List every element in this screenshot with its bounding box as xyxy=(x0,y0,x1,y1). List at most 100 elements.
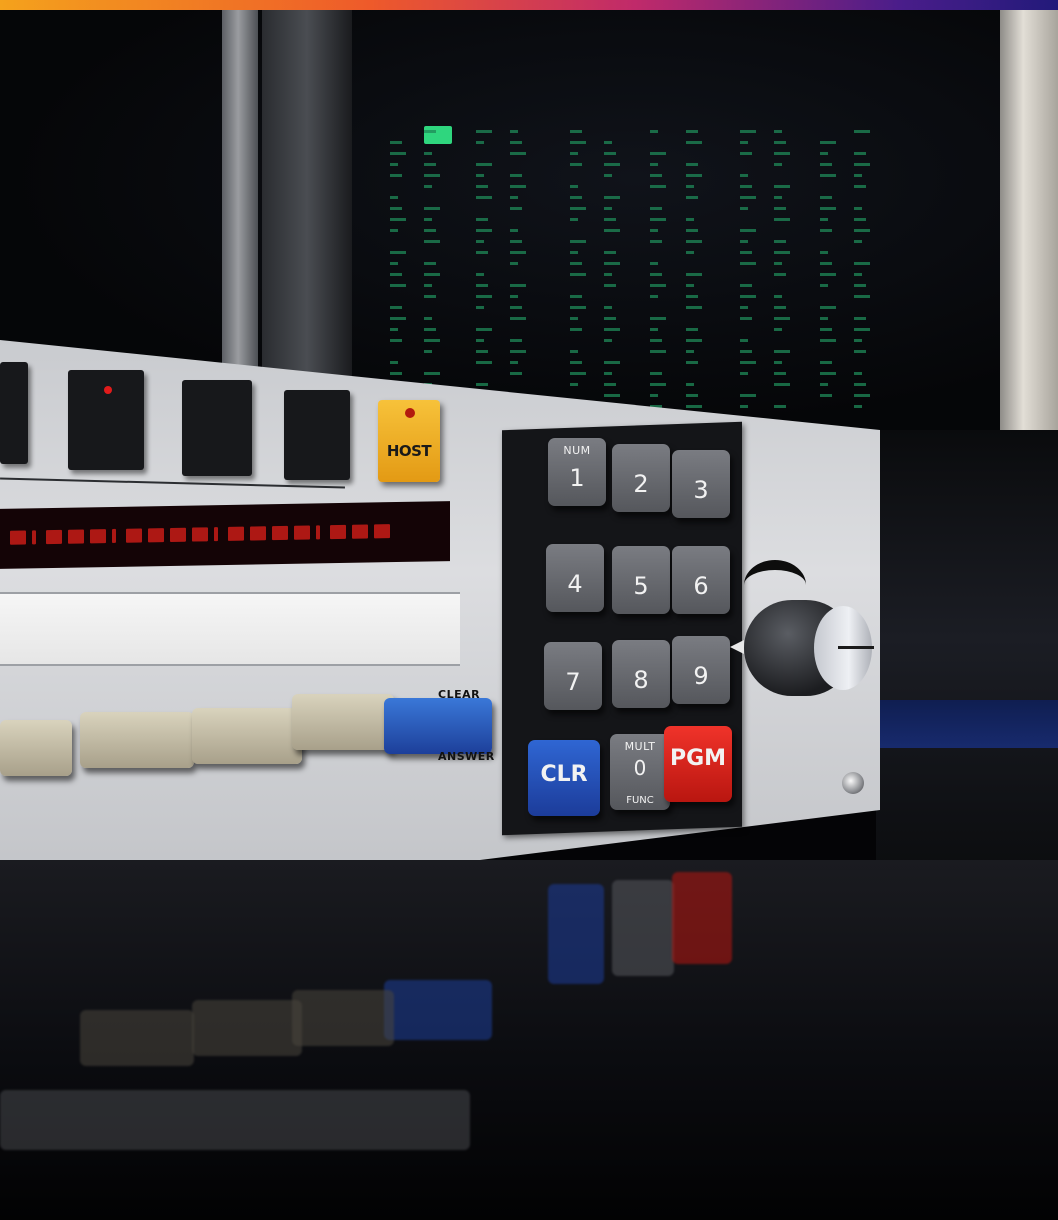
screen-text-glyph xyxy=(686,229,698,232)
clr-key[interactable]: CLR xyxy=(528,740,600,816)
screen-text-glyph xyxy=(774,262,782,265)
screen-text-glyph xyxy=(820,328,832,331)
rocker-switch[interactable] xyxy=(0,720,72,776)
led-display xyxy=(0,501,450,569)
screen-text-glyph xyxy=(686,273,702,276)
terminal-screen xyxy=(360,80,890,410)
screen-text-glyph xyxy=(424,240,440,243)
screen-text-glyph xyxy=(390,163,398,166)
screen-text-glyph xyxy=(820,306,836,309)
screen-text-glyph xyxy=(604,361,620,364)
keypad-key-2[interactable]: 2 xyxy=(612,444,670,512)
screen-text-glyph xyxy=(774,130,782,133)
knob-pointer-arrow-icon xyxy=(730,640,744,654)
screen-text-glyph xyxy=(686,163,698,166)
rocker-switch[interactable] xyxy=(292,694,394,750)
screen-text-glyph xyxy=(686,185,694,188)
screen-text-glyph xyxy=(570,240,586,243)
led-segment xyxy=(10,530,26,545)
screen-text-glyph xyxy=(390,306,402,309)
rocker-switch[interactable] xyxy=(80,712,194,768)
led-segment xyxy=(192,527,208,542)
keypad-key-9[interactable]: 9 xyxy=(672,636,730,704)
panel-key[interactable] xyxy=(0,362,28,464)
pgm-key[interactable]: PGM xyxy=(664,726,732,802)
keypad-key-5[interactable]: 5 xyxy=(612,546,670,614)
screen-text-glyph xyxy=(604,174,612,177)
keypad-key-6[interactable]: 6 xyxy=(672,546,730,614)
keypad-key-3[interactable]: 3 xyxy=(672,450,730,518)
screen-text-glyph xyxy=(854,130,870,133)
key-main-label: 2 xyxy=(633,470,649,498)
screen-text-glyph xyxy=(820,196,832,199)
key-main-label: 3 xyxy=(693,476,709,504)
screen-text-glyph xyxy=(604,339,612,342)
screen-text-glyph xyxy=(774,372,786,375)
screen-text-glyph xyxy=(854,383,866,386)
led-segment xyxy=(374,524,390,539)
screen-text-glyph xyxy=(570,251,578,254)
screen-text-glyph xyxy=(510,361,518,364)
screen-text-glyph xyxy=(650,262,658,265)
screen-text-glyph xyxy=(854,394,870,397)
led-segment xyxy=(90,529,106,544)
keypad-key-8[interactable]: 8 xyxy=(612,640,670,708)
key-main-label: 5 xyxy=(633,572,649,600)
screen-text-glyph xyxy=(570,152,578,155)
keypad-key-1[interactable]: NUM 1 xyxy=(548,438,606,506)
screen-text-glyph xyxy=(424,163,436,166)
screen-text-glyph xyxy=(604,273,612,276)
screen-text-glyph xyxy=(686,361,698,364)
clear-answer-switch[interactable] xyxy=(384,698,492,754)
screen-text-glyph xyxy=(774,295,782,298)
mult-zero-func-key[interactable]: MULT 0 FUNC xyxy=(610,734,670,810)
screen-text-glyph xyxy=(650,350,666,353)
support-pillar-shadow xyxy=(262,10,352,380)
panel-screw-icon xyxy=(842,772,864,794)
screen-text-glyph xyxy=(740,262,756,265)
host-key[interactable]: HOST xyxy=(378,400,440,482)
screen-text-glyph xyxy=(476,284,488,287)
screen-text-glyph xyxy=(604,262,620,265)
screen-text-glyph xyxy=(774,350,790,353)
screen-text-glyph xyxy=(424,218,432,221)
screen-text-glyph xyxy=(650,273,662,276)
screen-text-glyph xyxy=(686,141,702,144)
screen-text-glyph xyxy=(510,295,518,298)
screen-text-glyph xyxy=(390,317,406,320)
screen-text-glyph xyxy=(854,229,870,232)
screen-text-glyph xyxy=(650,229,658,232)
keypad-key-7[interactable]: 7 xyxy=(544,642,602,710)
screen-text-glyph xyxy=(774,306,786,309)
screen-text-glyph xyxy=(476,350,488,353)
monitor-frame xyxy=(1000,10,1058,430)
support-pillar xyxy=(222,10,258,380)
screen-text-glyph xyxy=(570,207,586,210)
screen-text-glyph xyxy=(740,174,748,177)
screen-text-glyph xyxy=(476,383,488,386)
screen-text-glyph xyxy=(570,218,578,221)
screen-text-glyph xyxy=(740,372,748,375)
screen-text-glyph xyxy=(740,284,752,287)
screen-text-glyph xyxy=(424,130,436,133)
key-top-label: NUM xyxy=(563,444,591,457)
panel-key[interactable] xyxy=(68,370,144,470)
panel-key[interactable] xyxy=(182,380,252,476)
indicator-led-icon xyxy=(405,408,415,418)
rotary-knob-icon[interactable] xyxy=(744,600,874,696)
led-segment xyxy=(126,528,142,543)
keypad-key-4[interactable]: 4 xyxy=(546,544,604,612)
screen-text-glyph xyxy=(740,350,752,353)
screen-text-glyph xyxy=(424,229,436,232)
panel-key[interactable] xyxy=(284,390,350,480)
screen-text-glyph xyxy=(390,361,398,364)
screen-text-glyph xyxy=(390,273,402,276)
screen-text-glyph xyxy=(390,284,406,287)
screen-text-glyph xyxy=(604,328,620,331)
led-segment xyxy=(170,527,186,542)
rocker-switch[interactable] xyxy=(192,708,302,764)
reflected-switch xyxy=(80,1010,194,1066)
screen-text-glyph xyxy=(854,218,866,221)
screen-text-glyph xyxy=(650,328,658,331)
key-main-label: 0 xyxy=(633,756,647,780)
